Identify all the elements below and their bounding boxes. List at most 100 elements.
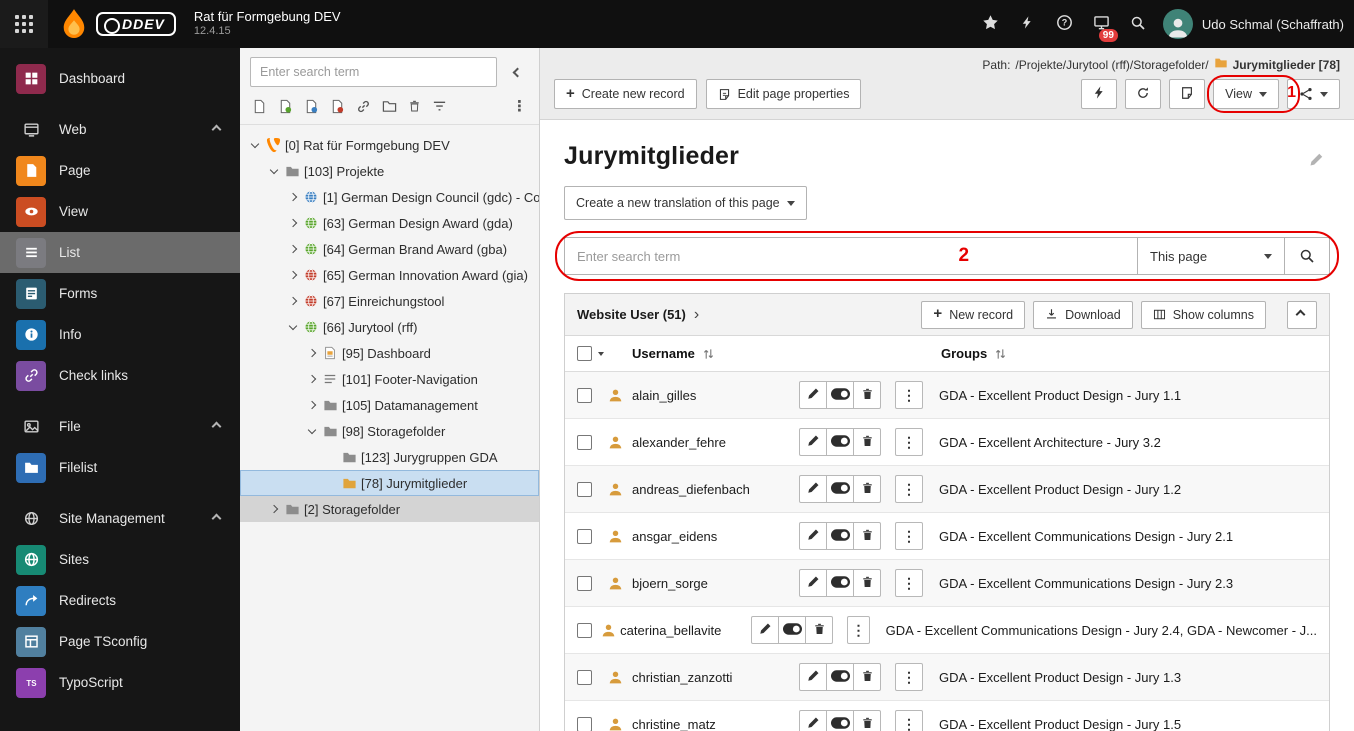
search-scope-select[interactable]: This page [1137,237,1285,275]
edit-page-properties-button[interactable]: Edit page properties [705,79,862,109]
hide-record-toggle[interactable] [826,710,854,731]
system-information-button[interactable]: 99 [1083,0,1120,48]
row-checkbox[interactable] [577,434,592,450]
folder-icon[interactable] [382,99,397,114]
tree-more-options-button[interactable]: ⋮ [512,97,527,115]
module-check-links[interactable]: Check links [0,355,240,396]
hide-record-toggle[interactable] [826,428,854,456]
username-cell[interactable]: caterina_bellavite [620,623,751,638]
selection-dropdown-icon[interactable] [598,351,604,356]
link-icon[interactable] [356,99,371,114]
tree-node[interactable]: [78] Jurymitglieder [240,470,539,496]
hide-record-toggle[interactable] [826,381,854,409]
row-checkbox[interactable] [577,716,592,731]
row-checkbox[interactable] [577,481,592,497]
tree-toggle-icon[interactable] [305,424,320,439]
module-page[interactable]: Page [0,150,240,191]
tree-node[interactable]: [63] German Design Award (gda) [240,210,539,236]
edit-record-button[interactable] [799,569,827,597]
edit-record-button[interactable] [799,428,827,456]
tree-toggle-icon[interactable] [267,164,282,179]
hide-record-toggle[interactable] [826,569,854,597]
create-translation-dropdown[interactable]: Create a new translation of this page [564,186,807,220]
row-checkbox[interactable] [577,622,592,638]
view-button[interactable]: View [1213,79,1279,109]
bolt-button[interactable] [1009,0,1046,48]
username-cell[interactable]: christian_zanzotti [632,670,799,685]
tree-node[interactable]: [123] Jurygruppen GDA [240,444,539,470]
note-button[interactable] [1169,79,1206,109]
tree-toggle-icon[interactable] [286,268,301,283]
tree-node[interactable]: [95] Dashboard [240,340,539,366]
edit-record-button[interactable] [799,522,827,550]
row-more-options-button[interactable]: ⋮ [895,428,923,456]
delete-record-button[interactable] [853,663,881,691]
module-view[interactable]: View [0,191,240,232]
select-all-checkbox[interactable] [577,346,592,361]
row-more-options-button[interactable]: ⋮ [895,381,923,409]
download-button[interactable]: Download [1033,300,1133,329]
delete-record-button[interactable] [805,616,834,644]
row-checkbox[interactable] [577,387,592,403]
module-forms[interactable]: Forms [0,273,240,314]
user-menu[interactable]: Udo Schmal (Schaffrath) [1162,9,1344,39]
delete-record-button[interactable] [853,710,881,731]
tree-toggle-icon[interactable] [286,190,301,205]
tree-node[interactable]: [2] Storagefolder [240,496,539,522]
module-info[interactable]: Info [0,314,240,355]
row-more-options-button[interactable]: ⋮ [847,616,870,644]
chevron-right-icon[interactable]: › [694,306,699,323]
tree-toggle-icon[interactable] [286,294,301,309]
edit-record-button[interactable] [799,710,827,731]
new-page-icon[interactable] [252,99,267,114]
module-filelist[interactable]: Filelist [0,447,240,488]
edit-record-button[interactable] [799,475,827,503]
new-page-shortcut-icon[interactable] [278,99,293,114]
tree-node[interactable]: [103] Projekte [240,158,539,184]
refresh-button[interactable] [1125,79,1162,109]
row-more-options-button[interactable]: ⋮ [895,475,923,503]
edit-title-pencil-icon[interactable] [1309,152,1324,170]
module-dashboard[interactable]: Dashboard [0,58,240,99]
tree-node[interactable]: [67] Einreichungstool [240,288,539,314]
help-button[interactable]: ? [1046,0,1083,48]
row-more-options-button[interactable]: ⋮ [895,710,923,731]
delete-record-button[interactable] [853,381,881,409]
new-record-button[interactable]: + New record [921,300,1026,329]
hide-record-toggle[interactable] [826,663,854,691]
tree-search-input[interactable] [250,57,497,87]
username-cell[interactable]: christine_matz [632,717,799,731]
tree-toggle-icon[interactable] [305,346,320,361]
edit-record-button[interactable] [799,381,827,409]
share-button[interactable] [1287,79,1340,109]
modulemenu-toggle-button[interactable] [0,0,48,48]
row-checkbox[interactable] [577,669,592,685]
hide-record-toggle[interactable] [826,522,854,550]
edit-record-button[interactable] [799,663,827,691]
new-page-external-icon[interactable] [330,99,345,114]
username-cell[interactable]: alexander_fehre [632,435,799,450]
collapse-tree-button[interactable] [505,60,529,84]
module-typoscript[interactable]: TS TypoScript [0,662,240,703]
tree-toggle-icon[interactable] [248,138,263,153]
hide-record-toggle[interactable] [778,616,807,644]
username-cell[interactable]: ansgar_eidens [632,529,799,544]
row-checkbox[interactable] [577,575,592,591]
tree-toggle-icon[interactable] [286,242,301,257]
tree-node[interactable]: [64] German Brand Award (gba) [240,236,539,262]
delete-record-button[interactable] [853,569,881,597]
row-more-options-button[interactable]: ⋮ [895,569,923,597]
tree-node[interactable]: [65] German Innovation Award (gia) [240,262,539,288]
delete-record-button[interactable] [853,475,881,503]
tree-toggle-icon[interactable] [305,398,320,413]
username-cell[interactable]: alain_gilles [632,388,799,403]
filter-icon[interactable] [432,99,447,114]
module-redirects[interactable]: Redirects [0,580,240,621]
collapse-panel-button[interactable] [1287,300,1317,329]
search-button[interactable] [1120,0,1157,48]
module-group-site-management[interactable]: Site Management [0,498,240,539]
tree-node[interactable]: [98] Storagefolder [240,418,539,444]
tree-toggle-icon[interactable] [267,502,282,517]
tree-toggle-icon[interactable] [286,320,301,335]
module-list[interactable]: List [0,232,240,273]
